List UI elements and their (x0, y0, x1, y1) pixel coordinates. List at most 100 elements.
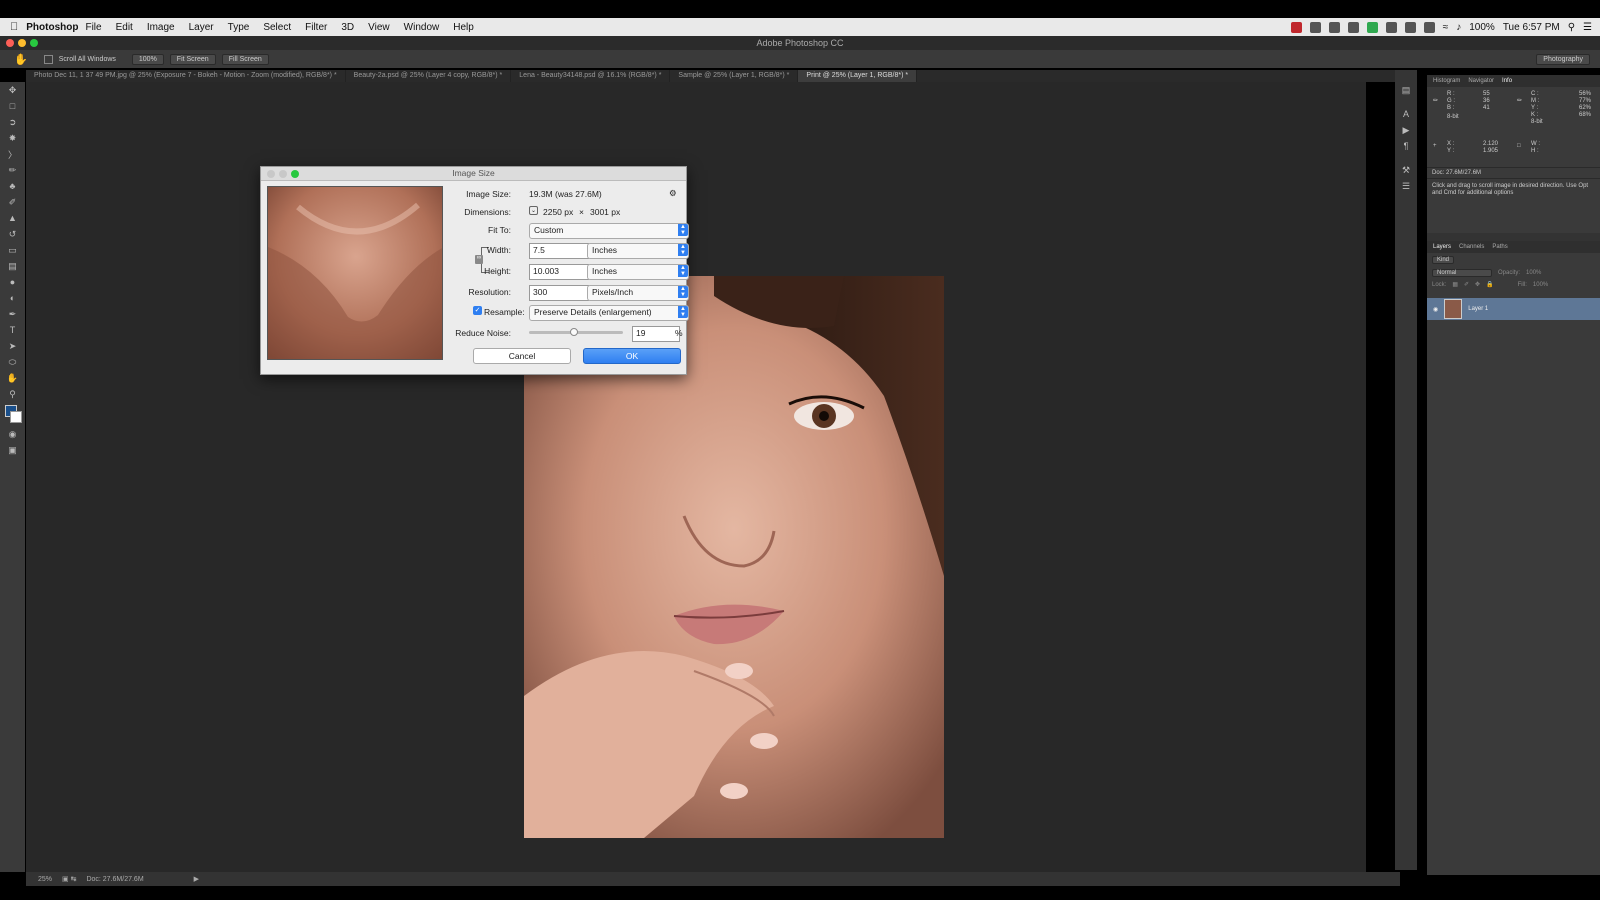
reduce-noise-input[interactable]: 19 (632, 326, 680, 342)
menu-3d[interactable]: 3D (341, 22, 354, 33)
reduce-noise-slider[interactable] (529, 328, 623, 336)
dropbox-icon[interactable] (1328, 21, 1340, 33)
evernote-icon[interactable] (1366, 21, 1378, 33)
brush-tool-icon[interactable]: ✐ (0, 194, 25, 210)
lasso-tool-icon[interactable]: ➲ (0, 114, 25, 130)
history-panel-icon[interactable]: ▤ (1395, 82, 1417, 98)
volume-icon[interactable]: ♪ (1456, 22, 1461, 33)
apple-icon[interactable]:  (10, 21, 18, 33)
adjustments-panel-icon[interactable]: ☰ (1395, 178, 1417, 194)
tab-photo-dec-11[interactable]: Photo Dec 11, 1 37 49 PM.jpg @ 25% (Expo… (26, 70, 346, 82)
tab-print[interactable]: Print @ 25% (Layer 1, RGB/8*) * (798, 70, 918, 82)
app-tray-icon[interactable] (1290, 21, 1302, 33)
constrain-proportions-link-icon[interactable]: ∞ (475, 255, 483, 264)
airplay-icon[interactable] (1404, 21, 1416, 33)
creative-cloud-icon[interactable] (1309, 21, 1321, 33)
menu-edit[interactable]: Edit (116, 22, 133, 33)
tab-beauty-2a[interactable]: Beauty-2a.psd @ 25% (Layer 4 copy, RGB/8… (346, 70, 512, 82)
paragraph-panel-icon[interactable]: ¶ (1395, 138, 1417, 154)
healing-brush-tool-icon[interactable]: ♣ (0, 178, 25, 194)
type-tool-icon[interactable]: T (0, 322, 25, 338)
width-unit-select[interactable]: Inches ▲ ▼ (587, 243, 689, 259)
screen-mode-icon[interactable]: ▣ (0, 442, 25, 458)
ellipse-tool-icon[interactable]: ⬭ (0, 354, 25, 370)
zoom-window-button[interactable] (30, 39, 38, 47)
sync-icon[interactable] (1347, 21, 1359, 33)
battery-percent[interactable]: 100% (1469, 22, 1495, 33)
tab-navigator[interactable]: Navigator (1468, 78, 1494, 84)
tab-histogram[interactable]: Histogram (1433, 78, 1460, 84)
clone-stamp-tool-icon[interactable]: ▲ (0, 210, 25, 226)
tab-sample[interactable]: Sample @ 25% (Layer 1, RGB/8*) * (670, 70, 799, 82)
clock[interactable]: Tue 6:57 PM (1503, 22, 1560, 33)
dimensions-units-dropdown[interactable]: ⌄ (529, 206, 538, 215)
quick-select-tool-icon[interactable]: ✸ (0, 130, 25, 146)
fill-screen-button[interactable]: Fill Screen (221, 53, 269, 65)
doc-size[interactable]: Doc: 27.6M/27.6M (86, 876, 143, 883)
tab-paths[interactable]: Paths (1492, 244, 1507, 250)
spotlight-search-icon[interactable]: ⚲ (1568, 22, 1575, 33)
app-menu[interactable]: Photoshop (26, 22, 78, 33)
height-unit-select[interactable]: Inches ▲ ▼ (587, 264, 689, 280)
cancel-button[interactable]: Cancel (473, 348, 571, 364)
zoom-level[interactable]: 25% (38, 876, 52, 883)
resolution-input[interactable]: 300 (529, 285, 589, 301)
resample-method-select[interactable]: Preserve Details (enlargement) ▲ ▼ (529, 305, 689, 321)
character-panel-icon[interactable]: A (1395, 106, 1417, 122)
zoom-100-button[interactable]: 100% (131, 53, 164, 65)
lock-all-icon[interactable]: 🔒 (1486, 281, 1493, 288)
blur-tool-icon[interactable]: ● (0, 274, 25, 290)
eyedropper-tool-icon[interactable]: ✏ (0, 162, 25, 178)
layer-name[interactable]: Layer 1 (1468, 306, 1488, 312)
menu-image[interactable]: Image (147, 22, 175, 33)
status-menu-arrow-icon[interactable]: ▶ (194, 875, 199, 883)
marquee-tool-icon[interactable]: □ (0, 98, 25, 114)
close-window-button[interactable] (6, 39, 14, 47)
resolution-unit-select[interactable]: Pixels/Inch ▲ ▼ (587, 285, 689, 301)
quick-mask-icon[interactable]: ◉ (0, 426, 25, 442)
tool-presets-icon[interactable]: ⚒ (1395, 162, 1417, 178)
settings-gear-icon[interactable]: ⚙ (669, 188, 677, 199)
actions-panel-icon[interactable]: ▶ (1395, 122, 1417, 138)
fill-value[interactable]: 100% (1533, 282, 1548, 288)
height-input[interactable]: 10.003 (529, 264, 589, 280)
layer-row[interactable]: ◉ Layer 1 (1427, 298, 1600, 320)
tab-channels[interactable]: Channels (1459, 244, 1484, 250)
resample-checkbox[interactable]: ✓ (473, 306, 482, 315)
dialog-zoom-button[interactable] (291, 170, 299, 178)
blend-mode-select[interactable]: Normal (1432, 269, 1492, 277)
lock-pixels-icon[interactable]: ✐ (1464, 281, 1469, 288)
tab-info[interactable]: Info (1502, 78, 1512, 84)
menu-help[interactable]: Help (453, 22, 474, 33)
hand-tool-preset-icon[interactable]: ✋ (14, 53, 28, 66)
visibility-eye-icon[interactable]: ◉ (1433, 306, 1438, 313)
menu-file[interactable]: File (85, 22, 101, 33)
color-swatches[interactable] (0, 402, 25, 426)
menu-window[interactable]: Window (404, 22, 440, 33)
hand-tool-icon[interactable]: ✋ (0, 370, 25, 386)
reduce-noise-slider-knob[interactable] (570, 328, 579, 336)
time-machine-icon[interactable] (1423, 21, 1435, 33)
opacity-value[interactable]: 100% (1526, 270, 1541, 276)
move-tool-icon[interactable]: ✥ (0, 82, 25, 98)
lock-transparency-icon[interactable]: ▦ (1452, 281, 1458, 288)
menu-select[interactable]: Select (263, 22, 291, 33)
gradient-tool-icon[interactable]: ▤ (0, 258, 25, 274)
scroll-all-windows-checkbox[interactable] (43, 54, 53, 64)
menu-view[interactable]: View (368, 22, 390, 33)
wifi-icon[interactable]: ≈ (1443, 22, 1449, 33)
menu-type[interactable]: Type (228, 22, 250, 33)
dialog-close-button[interactable] (267, 170, 275, 178)
path-select-tool-icon[interactable]: ➤ (0, 338, 25, 354)
menu-filter[interactable]: Filter (305, 22, 327, 33)
fit-to-select[interactable]: Custom ▲ ▼ (529, 223, 689, 239)
fit-screen-button[interactable]: Fit Screen (169, 53, 216, 65)
menu-layer[interactable]: Layer (189, 22, 214, 33)
width-input[interactable]: 7.5 (529, 243, 589, 259)
notification-center-icon[interactable]: ☰ (1583, 22, 1592, 33)
tab-layers[interactable]: Layers (1433, 244, 1451, 250)
tab-lena-beauty[interactable]: Lena - Beauty34148.psd @ 16.1% (RGB/8*) … (511, 70, 671, 82)
layer-kind-filter[interactable]: Kind (1432, 256, 1455, 264)
minimize-window-button[interactable] (18, 39, 26, 47)
lock-position-icon[interactable]: ✥ (1475, 281, 1480, 288)
